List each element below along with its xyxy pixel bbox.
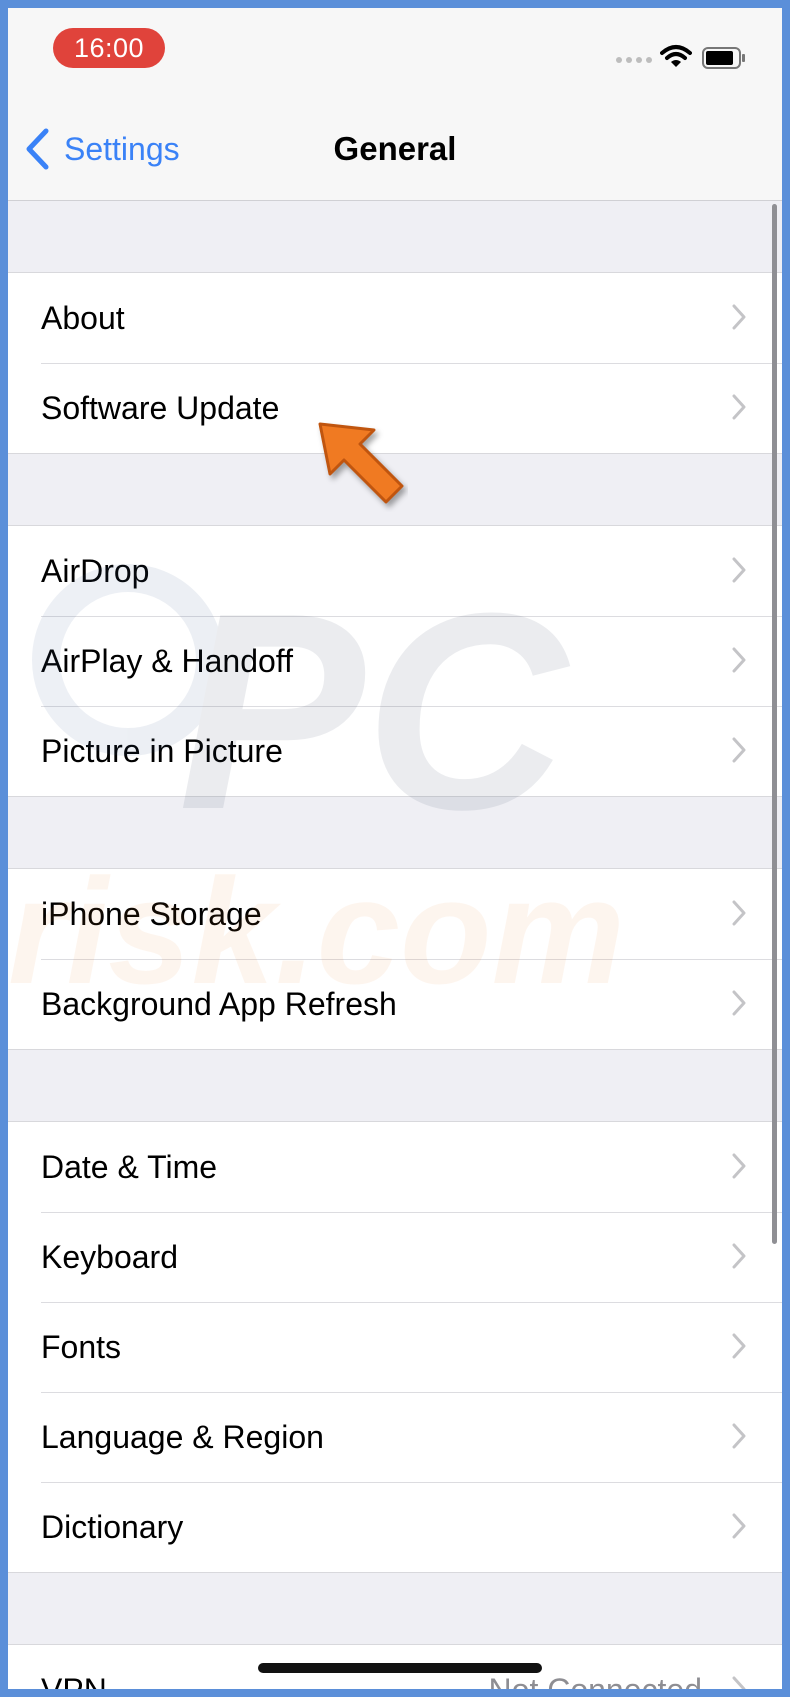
- row-date-and-time[interactable]: Date & Time: [8, 1122, 782, 1212]
- chevron-right-icon: [732, 1243, 746, 1269]
- settings-group: iPhone Storage Background App Refresh: [8, 868, 782, 1050]
- row-label: Picture in Picture: [41, 732, 283, 769]
- row-airplay-and-handoff[interactable]: AirPlay & Handoff: [8, 616, 782, 706]
- settings-group: AirDrop AirPlay & Handoff Picture in Pictu…: [8, 525, 782, 797]
- battery-icon: [702, 47, 745, 69]
- row-label: VPN: [41, 1672, 107, 1690]
- scrollbar[interactable]: [772, 204, 777, 1244]
- row-picture-in-picture[interactable]: Picture in Picture: [8, 706, 782, 796]
- row-label: Language & Region: [41, 1418, 324, 1455]
- chevron-right-icon: [732, 1153, 746, 1179]
- row-keyboard[interactable]: Keyboard: [8, 1212, 782, 1302]
- row-detail-value: Not Connected: [489, 1672, 702, 1690]
- row-label: Dictionary: [41, 1508, 184, 1545]
- row-fonts[interactable]: Fonts: [8, 1302, 782, 1392]
- chevron-right-icon: [732, 1513, 746, 1539]
- row-language-and-region[interactable]: Language & Region: [8, 1392, 782, 1482]
- chevron-right-icon: [732, 990, 746, 1016]
- orange-pointer-arrow: [318, 422, 404, 504]
- navigation-bar: Settings General: [8, 100, 782, 201]
- chevron-right-icon: [732, 900, 746, 926]
- phone-screen: 16:00 Settings General About Software Upd…: [8, 8, 782, 1689]
- chevron-right-icon: [732, 304, 746, 330]
- row-label: Software Update: [41, 389, 280, 426]
- settings-group: Date & Time Keyboard Fonts Language & Regio…: [8, 1121, 782, 1573]
- page-title: General: [333, 130, 457, 167]
- chevron-right-icon: [732, 1423, 746, 1449]
- row-label: AirDrop: [41, 552, 150, 589]
- chevron-right-icon: [732, 1333, 746, 1359]
- row-background-app-refresh[interactable]: Background App Refresh: [8, 959, 782, 1049]
- row-airdrop[interactable]: AirDrop: [8, 526, 782, 616]
- row-label: AirPlay & Handoff: [41, 642, 293, 679]
- row-label: iPhone Storage: [41, 895, 262, 932]
- chevron-right-icon: [732, 1676, 746, 1689]
- row-label: Keyboard: [41, 1238, 178, 1275]
- chevron-right-icon: [732, 737, 746, 763]
- status-time[interactable]: 16:00: [53, 28, 165, 68]
- chevron-right-icon: [732, 647, 746, 673]
- row-about[interactable]: About: [8, 273, 782, 363]
- wifi-icon: [660, 45, 692, 67]
- row-label: Fonts: [41, 1328, 122, 1365]
- home-indicator[interactable]: [258, 1663, 542, 1673]
- status-bar: 16:00: [8, 8, 782, 100]
- row-label: Background App Refresh: [41, 985, 397, 1022]
- chevron-right-icon: [732, 394, 746, 420]
- row-label: Date & Time: [41, 1148, 218, 1185]
- row-iphone-storage[interactable]: iPhone Storage: [8, 869, 782, 959]
- chevron-right-icon: [732, 557, 746, 583]
- row-dictionary[interactable]: Dictionary: [8, 1482, 782, 1572]
- row-label: About: [41, 299, 125, 336]
- cellular-signal-icon: [616, 53, 660, 65]
